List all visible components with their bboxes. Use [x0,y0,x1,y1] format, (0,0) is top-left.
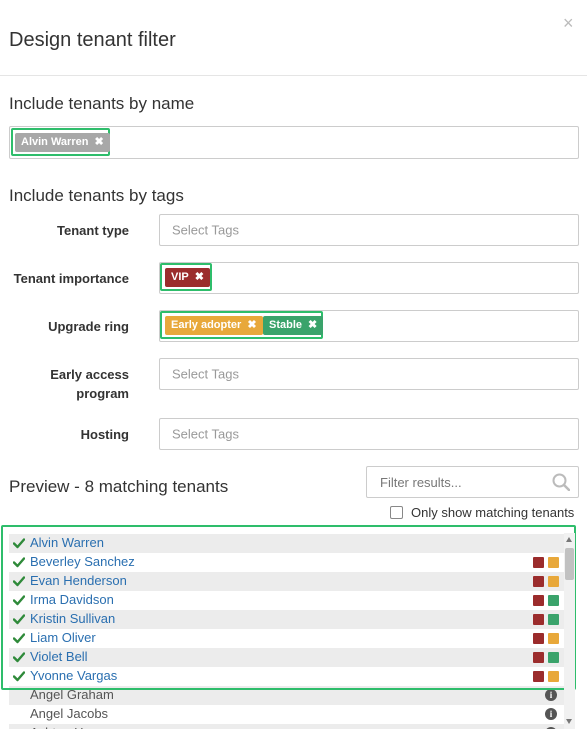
tenant-name: Ashton Harrs [30,725,106,729]
tag-alvin-warren: Alvin Warren ✖ [15,133,110,152]
section-title-by-name: Include tenants by name [9,94,195,113]
label-line: program [76,386,129,401]
early-access-placeholder: Select Tags [172,366,239,382]
hosting-placeholder: Select Tags [172,426,239,442]
tag-label: Stable [269,319,303,331]
tag-early-adopter: Early adopter ✖ [165,316,263,335]
modal-title: Design tenant filter [9,29,176,51]
tenant-type-select[interactable]: Select Tags [159,214,579,246]
label-early-access-program: Early access program [0,365,129,403]
label-tenant-importance: Tenant importance [13,271,129,286]
label-upgrade-ring: Upgrade ring [48,319,129,334]
tenant-row[interactable]: Angel Jacobs i [9,705,565,724]
section-title-by-tags: Include tenants by tags [9,186,184,205]
remove-tag-icon[interactable]: ✖ [247,319,256,331]
remove-tag-icon[interactable]: ✖ [195,271,204,283]
remove-tag-icon[interactable]: ✖ [94,136,103,148]
tag-label: Alvin Warren [21,136,89,148]
info-icon[interactable]: i [545,689,557,701]
tag-vip: VIP ✖ [165,268,210,287]
remove-tag-icon[interactable]: ✖ [308,319,317,331]
scroll-thumb[interactable] [565,548,574,580]
label-line: Early access [50,367,129,382]
tenant-name: Angel Jacobs [30,706,109,721]
early-access-select[interactable]: Select Tags [159,358,579,390]
only-matching-label: Only show matching tenants [411,505,575,520]
tenant-row[interactable]: Ashton Harrsi [9,724,565,729]
scroll-up-arrow-icon[interactable] [566,537,572,542]
tenant-importance-select[interactable] [159,262,579,294]
tag-label: Early adopter [171,319,242,331]
label-tenant-type: Tenant type [57,223,129,238]
preview-title: Preview - 8 matching tenants [9,477,229,496]
hosting-select[interactable]: Select Tags [159,418,579,450]
modal-header: Design tenant filter × [0,0,587,76]
only-matching-checkbox[interactable] [390,506,403,519]
close-button[interactable]: × [563,14,574,32]
highlight-matching-tenants [1,525,576,690]
filter-results-placeholder: Filter results... [380,475,462,490]
filter-results-input[interactable]: Filter results... [366,466,579,498]
tag-label: VIP [171,271,189,283]
scroll-down-arrow-icon[interactable] [566,719,572,724]
label-hosting: Hosting [80,427,129,442]
info-icon[interactable]: i [545,708,557,720]
list-scrollbar[interactable] [564,533,575,729]
tag-stable: Stable ✖ [263,316,324,335]
tenant-type-placeholder: Select Tags [172,222,239,238]
search-icon[interactable] [552,473,570,491]
only-matching-toggle[interactable]: Only show matching tenants [390,505,574,520]
